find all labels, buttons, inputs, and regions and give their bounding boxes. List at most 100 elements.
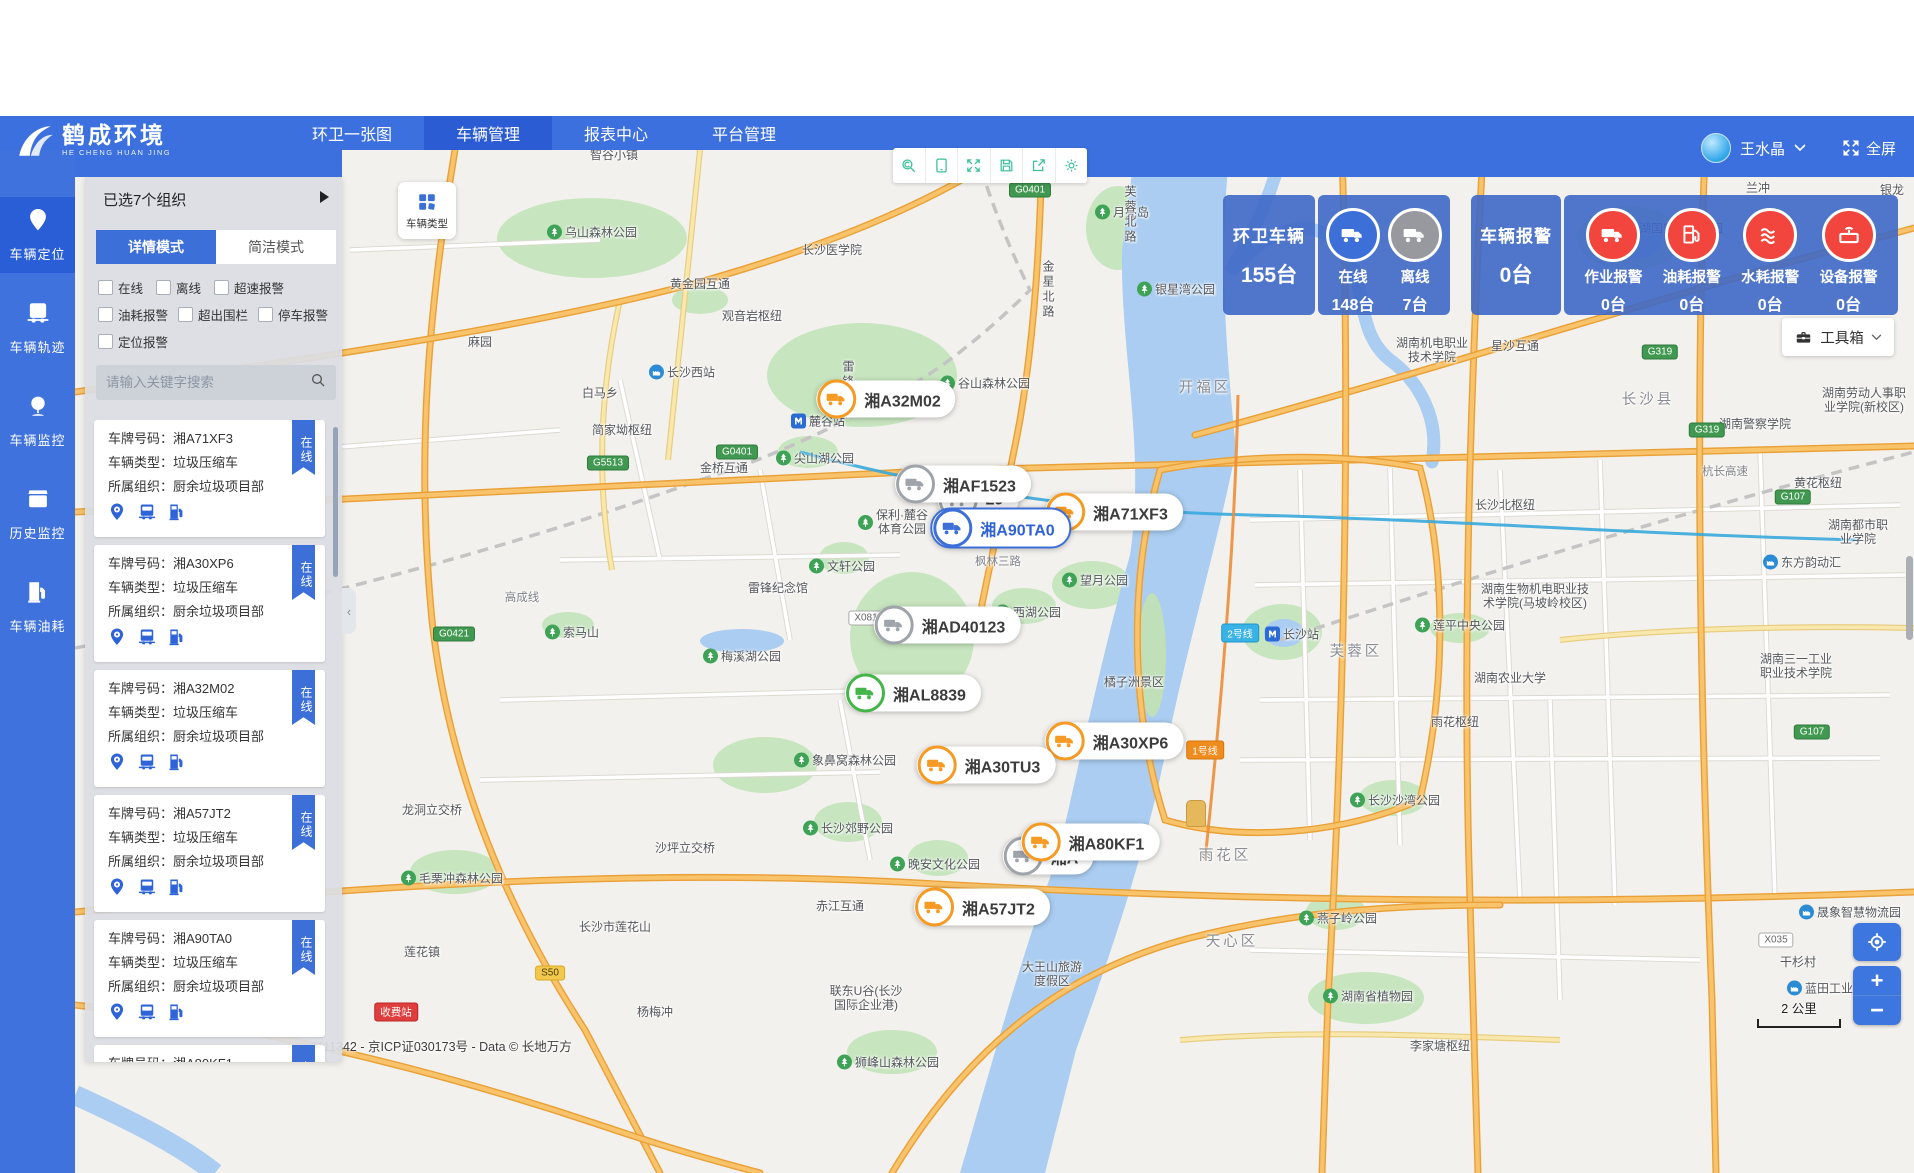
chevron-down-icon[interactable] xyxy=(1794,144,1806,152)
nav-tab-环卫一张图[interactable]: 环卫一张图 xyxy=(280,116,424,150)
map-label-星沙互通: 星沙互通 xyxy=(1491,339,1539,353)
vehicle-marker-湘A57JT2[interactable]: 湘A57JT2 xyxy=(914,889,1050,926)
tab-简洁模式[interactable]: 简洁模式 xyxy=(216,230,336,264)
fuel-icon[interactable] xyxy=(167,752,187,777)
pin-car-icon[interactable] xyxy=(107,627,127,652)
locate-button[interactable] xyxy=(1853,923,1901,961)
org-summary[interactable]: 已选7个组织 xyxy=(103,189,186,210)
vehicle-org: 所属组织：厨余垃圾项目部 xyxy=(94,854,325,869)
zoom-out-button[interactable]: − xyxy=(1853,996,1901,1025)
pin-car-icon[interactable] xyxy=(107,752,127,777)
checkbox[interactable] xyxy=(178,307,193,322)
pin-car-icon[interactable] xyxy=(107,1002,127,1027)
list-scrollbar[interactable] xyxy=(333,427,338,577)
map-label-长沙医学院: 长沙医学院 xyxy=(802,243,862,257)
toolbar-zoom-search-icon[interactable] xyxy=(893,148,926,183)
stat-alarm-breakdown[interactable]: 作业报警0台油耗报警0台水耗报警0台设备报警0台 xyxy=(1564,195,1898,315)
map-label-联东U谷(长沙: 联东U谷(长沙国际企业港) xyxy=(830,984,903,1012)
sidebar-item-车辆油耗[interactable]: 车辆油耗 xyxy=(0,569,75,645)
stat-online-offline[interactable]: 在线148台离线7台 xyxy=(1318,195,1450,315)
park-icon xyxy=(703,649,718,664)
map-label-橘子洲景区: 橘子洲景区 xyxy=(1104,675,1164,689)
map-scale: 2 公里 xyxy=(1757,998,1841,1028)
filter-离线[interactable]: 离线 xyxy=(156,278,208,297)
vehicle-card[interactable]: 车牌号码：湘A90TA0车辆类型：垃圾压缩车所属组织：厨余垃圾项目部在线 xyxy=(94,920,325,1037)
panel-collapse-handle[interactable]: ‹ xyxy=(342,588,356,634)
vehicle-marker-湘A30TU3[interactable]: 湘A30TU3 xyxy=(917,747,1056,784)
map-label-text: 雨花枢纽 xyxy=(1431,715,1479,729)
checkbox[interactable] xyxy=(214,280,229,295)
sidebar-item-车辆轨迹[interactable]: 车辆轨迹 xyxy=(0,290,75,366)
checkbox[interactable] xyxy=(98,334,113,349)
fuel-icon[interactable] xyxy=(167,877,187,902)
vehicle-card[interactable]: 车牌号码：湘A32M02车辆类型：垃圾压缩车所属组织：厨余垃圾项目部在线 xyxy=(94,670,325,787)
search-input[interactable] xyxy=(96,375,310,390)
truck-icon xyxy=(846,674,885,713)
avatar[interactable] xyxy=(1701,133,1731,163)
map-scale-label: 2 公里 xyxy=(1757,998,1841,1017)
map-label-text: 开福区 xyxy=(1179,381,1232,395)
stat-作业报警: 作业报警0台 xyxy=(1584,195,1642,315)
vehicle-marker-plate: 湘AL8839 xyxy=(893,681,966,705)
vehicle-marker-湘AD40123[interactable]: 湘AD40123 xyxy=(874,607,1021,644)
vehicle-card[interactable]: 车牌号码：湘A57JT2车辆类型：垃圾压缩车所属组织：厨余垃圾项目部在线 xyxy=(94,795,325,912)
vehicle-marker-湘AL8839[interactable]: 湘AL8839 xyxy=(845,675,981,712)
toolbar-tablet-icon[interactable] xyxy=(926,148,959,183)
filter-停车报警[interactable]: 停车报警 xyxy=(258,305,332,324)
stat-fleet-total[interactable]: 环卫车辆 155台 xyxy=(1223,195,1315,315)
filter-油耗报警[interactable]: 油耗报警 xyxy=(98,305,172,324)
checkbox[interactable] xyxy=(98,280,113,295)
map-label-text: 西湖公园 xyxy=(1013,605,1061,619)
vehicle-card[interactable]: 车牌号码：湘A80KF1车辆类型：垃圾压缩车所属组织：厨余垃圾项目部在线 xyxy=(94,1045,325,1062)
pin-car-icon[interactable] xyxy=(107,502,127,527)
filter-在线[interactable]: 在线 xyxy=(98,278,150,297)
filter-checkboxes: 在线离线超速报警油耗报警超出围栏停车报警定位报警 xyxy=(98,278,332,351)
fuel-icon[interactable] xyxy=(167,1002,187,1027)
nav-tab-报表中心[interactable]: 报表中心 xyxy=(552,116,680,150)
vehicle-org: 所属组织：厨余垃圾项目部 xyxy=(94,479,325,494)
checkbox[interactable] xyxy=(98,307,113,322)
sidebar-item-车辆监控[interactable]: 车辆监控 xyxy=(0,383,75,459)
vehicle-marker-湘A90TA0[interactable]: 湘A90TA0 xyxy=(930,508,1071,549)
fullscreen-button[interactable]: 全屏 xyxy=(1841,138,1896,159)
nav-tab-平台管理[interactable]: 平台管理 xyxy=(680,116,808,150)
page-scrollbar-thumb[interactable] xyxy=(1906,556,1913,640)
bus-icon[interactable] xyxy=(137,502,157,527)
pin-car-icon[interactable] xyxy=(107,877,127,902)
vehicle-marker-湘AF1523[interactable]: 湘AF1523 xyxy=(895,466,1031,503)
bus-icon[interactable] xyxy=(137,627,157,652)
vehicle-marker-湘A30XP6[interactable]: 湘A30XP6 xyxy=(1045,723,1184,760)
filter-定位报警[interactable]: 定位报警 xyxy=(98,332,174,351)
org-expand-arrow-icon[interactable] xyxy=(320,191,329,203)
filter-超出围栏[interactable]: 超出围栏 xyxy=(178,305,252,324)
stat-alarm-total[interactable]: 车辆报警 0台 xyxy=(1471,195,1561,315)
sidebar-item-历史监控[interactable]: 历史监控 xyxy=(0,476,75,552)
checkbox[interactable] xyxy=(156,280,171,295)
toolbar-save-icon[interactable] xyxy=(991,148,1024,183)
bus-icon[interactable] xyxy=(137,1002,157,1027)
filter-超速报警[interactable]: 超速报警 xyxy=(214,278,300,297)
vehicle-card[interactable]: 车牌号码：湘A30XP6车辆类型：垃圾压缩车所属组织：厨余垃圾项目部在线 xyxy=(94,545,325,662)
zoom-in-button[interactable]: + xyxy=(1853,966,1901,996)
checkbox[interactable] xyxy=(258,307,273,322)
map-label-湖南省植物园: 湖南省植物园 xyxy=(1323,989,1413,1004)
sidebar-item-车辆定位[interactable]: 车辆定位 xyxy=(0,197,75,273)
toolbar-export-icon[interactable] xyxy=(1023,148,1056,183)
vehicle-marker-湘A32M02[interactable]: 湘A32M02 xyxy=(816,381,955,418)
tab-详情模式[interactable]: 详情模式 xyxy=(96,230,216,264)
toolbox-button[interactable]: 工具箱 xyxy=(1782,318,1894,356)
bus-icon[interactable] xyxy=(137,877,157,902)
mode-tabs: 详情模式简洁模式 xyxy=(96,230,336,264)
toolbar-expand-icon[interactable] xyxy=(958,148,991,183)
fullscreen-icon xyxy=(1841,138,1861,158)
nav-tab-车辆管理[interactable]: 车辆管理 xyxy=(424,116,552,150)
fuel-icon[interactable] xyxy=(167,502,187,527)
vehicle-type-button[interactable]: 车辆类型 xyxy=(398,182,456,239)
vehicle-marker-湘A80KF1[interactable]: 湘A80KF1 xyxy=(1021,824,1160,861)
fuel-icon[interactable] xyxy=(167,627,187,652)
bus-icon[interactable] xyxy=(137,752,157,777)
vehicle-card[interactable]: 车牌号码：湘A71XF3车辆类型：垃圾压缩车所属组织：厨余垃圾项目部在线 xyxy=(94,420,325,537)
toolbar-settings-icon[interactable] xyxy=(1056,148,1088,183)
search-icon[interactable] xyxy=(310,372,326,393)
user-name[interactable]: 王水晶 xyxy=(1740,138,1785,159)
